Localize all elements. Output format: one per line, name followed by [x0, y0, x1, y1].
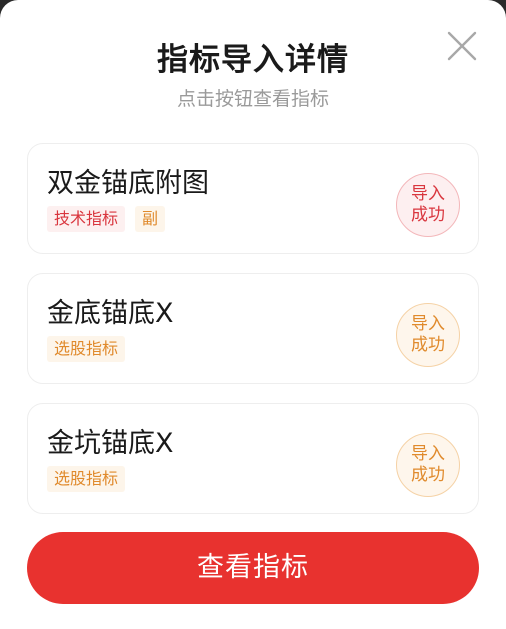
import-details-dialog: 指标导入详情 点击按钮查看指标 双金锚底附图 技术指标 副 导入 成功 金底锚底… [0, 0, 506, 629]
status-text-line1: 导入 [411, 444, 445, 464]
indicator-name: 金底锚底X [47, 298, 174, 329]
dialog-subtitle: 点击按钮查看指标 [176, 88, 329, 110]
indicator-card: 金底锚底X 选股指标 导入 成功 [27, 273, 479, 384]
indicator-type-tag: 选股指标 [47, 466, 126, 492]
indicator-card: 金坑锚底X 选股指标 导入 成功 [27, 403, 479, 514]
view-indicators-button[interactable]: 查看指标 [27, 532, 479, 604]
status-badge: 导入 成功 [396, 173, 460, 237]
status-text-line2: 成功 [411, 335, 445, 355]
indicator-type-tag: 选股指标 [47, 336, 126, 362]
close-icon [447, 31, 477, 61]
status-text-line1: 导入 [411, 314, 445, 334]
close-button[interactable] [444, 28, 480, 64]
indicator-name: 双金锚底附图 [47, 168, 209, 199]
indicator-name: 金坑锚底X [47, 428, 174, 459]
status-text-line2: 成功 [411, 205, 445, 225]
dialog-title: 指标导入详情 [157, 42, 349, 78]
indicator-type-tag: 技术指标 [47, 206, 126, 232]
status-text-line2: 成功 [411, 465, 445, 485]
status-badge: 导入 成功 [396, 303, 460, 367]
status-text-line1: 导入 [411, 184, 445, 204]
status-badge: 导入 成功 [396, 433, 460, 497]
indicator-sub-tag: 副 [135, 206, 166, 232]
indicator-card: 双金锚底附图 技术指标 副 导入 成功 [27, 143, 479, 254]
